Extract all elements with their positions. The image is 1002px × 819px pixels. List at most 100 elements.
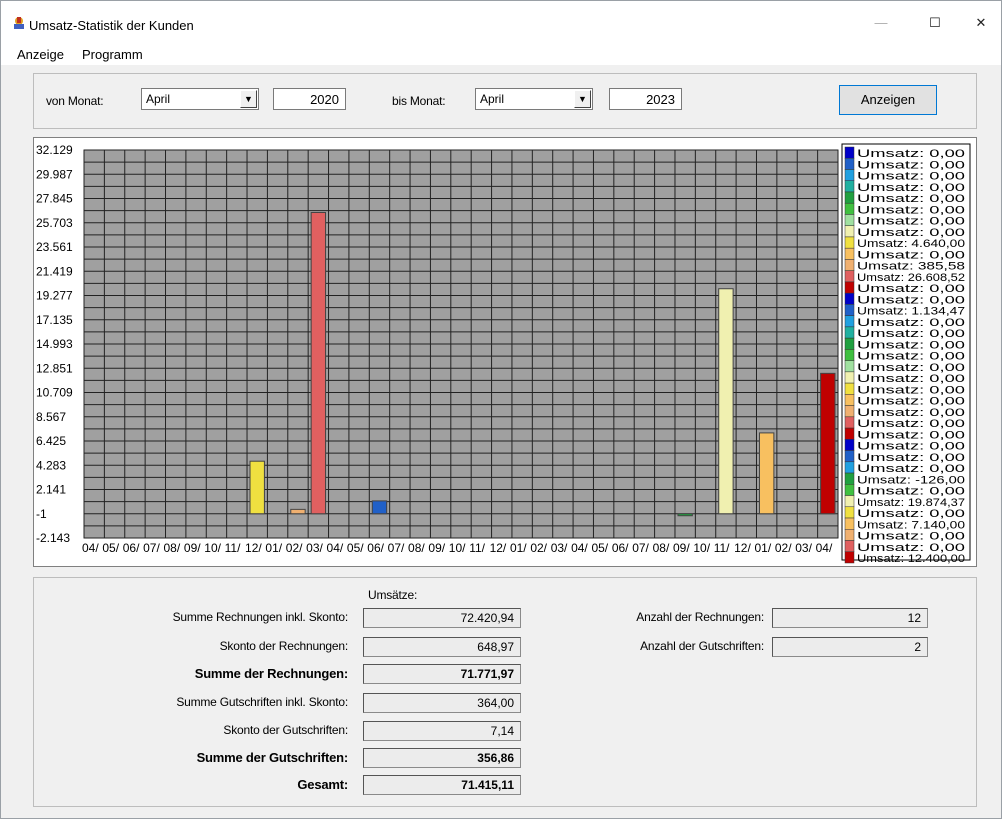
legend-label: Umsatz: 0,00 — [857, 182, 965, 194]
legend-label: Umsatz: 0,00 — [857, 339, 965, 351]
minimize-button[interactable]: — — [861, 11, 901, 35]
menu-programm[interactable]: Programm — [82, 47, 143, 62]
legend-swatch — [844, 225, 855, 238]
x-tick-label: 09/ — [184, 541, 201, 555]
x-tick-label: 12/ — [245, 541, 262, 555]
legend-label: Umsatz: 26.608,52 — [857, 272, 965, 284]
legend-label: Umsatz: 0,00 — [857, 249, 965, 261]
legend-swatch — [844, 540, 855, 553]
y-tick-label: 8.567 — [36, 410, 66, 424]
x-tick-label: 08/ — [164, 541, 181, 555]
legend-label: Umsatz: 0,00 — [857, 407, 965, 419]
chevron-down-icon[interactable]: ▼ — [574, 90, 591, 108]
von-monat-select[interactable]: April ▼ — [141, 88, 259, 110]
skonto-rechnungen-value: 648,97 — [477, 640, 514, 654]
legend-label: Umsatz: 1.134,47 — [857, 306, 965, 318]
legend-swatch — [844, 259, 855, 271]
anzahl-rechnungen-field: 12 — [772, 608, 928, 628]
summe-rechnungen-inkl-label: Summe Rechnungen inkl. Skonto: — [172, 610, 349, 624]
legend-label: Umsatz: 12.400,00 — [857, 553, 965, 565]
legend-label: Umsatz: 0,00 — [857, 429, 965, 441]
legend-label: Umsatz: 0,00 — [857, 227, 965, 239]
gesamt-value: 71.415,11 — [461, 778, 514, 792]
legend-swatch — [844, 506, 855, 519]
x-tick-label: 02/ — [530, 541, 547, 555]
legend-label: Umsatz: 0,00 — [857, 351, 965, 363]
bar — [371, 500, 388, 515]
summe-rechnungen-value: 71.771,97 — [460, 667, 514, 681]
summe-gutschriften-value: 356,86 — [477, 751, 514, 765]
y-tick-label: 6.425 — [36, 434, 66, 448]
x-tick-label: 10/ — [449, 541, 466, 555]
legend-label: Umsatz: 0,00 — [857, 204, 965, 216]
bar — [249, 460, 265, 515]
legend-swatch — [844, 281, 855, 294]
bis-monat-label: bis Monat: — [392, 94, 446, 108]
x-tick-label: 04/ — [327, 541, 344, 555]
x-tick-label: 01/ — [510, 541, 527, 555]
legend-label: Umsatz: 0,00 — [857, 328, 965, 340]
skonto-gutschriften-field: 7,14 — [363, 721, 521, 741]
close-button[interactable]: ✕ — [961, 11, 1001, 35]
legend-swatch — [844, 236, 855, 249]
y-tick-label: 19.277 — [36, 289, 73, 303]
legend-swatch — [844, 270, 855, 283]
chart-panel: 32.129 29.987 27.845 25.703 23.561 21.419 19.2… — [33, 137, 977, 567]
x-tick-label: 05/ — [102, 541, 119, 555]
legend-label: Umsatz: 0,00 — [857, 463, 965, 475]
legend-label: Umsatz: 0,00 — [857, 362, 965, 374]
summe-gutschriften-label: Summe der Gutschriften: — [196, 750, 349, 765]
x-tick-label: 05/ — [347, 541, 364, 555]
x-tick-label: 05/ — [591, 541, 608, 555]
chevron-down-icon[interactable]: ▼ — [240, 90, 257, 108]
skonto-gutschriften-label: Skonto der Gutschriften: — [223, 723, 348, 737]
x-tick-label: 04/ — [571, 541, 588, 555]
x-tick-label: 11/ — [225, 541, 241, 555]
legend-label: Umsatz: 0,00 — [857, 531, 965, 543]
summe-gutschriften-inkl-field: 364,00 — [363, 693, 521, 713]
legend-label: Umsatz: 0,00 — [857, 441, 965, 453]
legend-swatch — [844, 495, 855, 508]
bar-chart: 32.129 29.987 27.845 25.703 23.561 21.419 19.2… — [36, 143, 971, 565]
legend-swatch — [844, 202, 855, 215]
summe-gutschriften-inkl-label: Summe Gutschriften inkl. Skonto: — [176, 695, 348, 709]
x-tick-label: 06/ — [367, 541, 384, 555]
bis-jahr-value: 2023 — [646, 92, 675, 107]
x-tick-label: 08/ — [408, 541, 425, 555]
von-jahr-value: 2020 — [310, 92, 339, 107]
menu-anzeige[interactable]: Anzeige — [17, 47, 64, 62]
y-tick-label: 14.993 — [36, 337, 73, 351]
maximize-button[interactable]: ☐ — [915, 11, 955, 35]
legend-label: Umsatz: -126,00 — [857, 474, 965, 486]
y-tick-label: 29.987 — [36, 167, 73, 181]
von-monat-label: von Monat: — [46, 94, 104, 108]
legend-label: Umsatz: 0,00 — [857, 508, 965, 520]
summe-gutschriften-field: 356,86 — [363, 748, 521, 768]
legend-label: Umsatz: 0,00 — [857, 216, 965, 228]
x-tick-label: 10/ — [693, 541, 710, 555]
summe-gutschriften-inkl-value: 364,00 — [477, 696, 514, 710]
title-bar: Umsatz-Statistik der Kunden — ☐ ✕ — [1, 1, 1001, 41]
x-tick-label: 12/ — [490, 541, 507, 555]
umsaetze-header: Umsätze: — [368, 588, 418, 602]
legend-label: Umsatz: 0,00 — [857, 373, 965, 385]
y-tick-label: 23.561 — [36, 240, 73, 254]
legend-swatch — [844, 416, 855, 429]
bis-monat-select[interactable]: April ▼ — [475, 88, 593, 110]
anzeigen-button[interactable]: Anzeigen — [839, 85, 937, 115]
anzahl-rechnungen-value: 12 — [907, 611, 921, 625]
bar — [290, 508, 306, 515]
legend-swatch — [844, 551, 855, 564]
y-tick-label: 21.419 — [36, 264, 73, 278]
legend-swatch — [844, 180, 855, 193]
bar — [310, 211, 327, 515]
menu-bar: Anzeige Programm — [1, 41, 1001, 65]
legend-swatch — [844, 394, 855, 406]
von-jahr-field[interactable]: 2020 — [273, 88, 346, 110]
legend-label: Umsatz: 19.874,37 — [857, 497, 965, 509]
bis-jahr-field[interactable]: 2023 — [609, 88, 682, 110]
y-tick-label: 4.283 — [36, 458, 66, 472]
x-tick-label: 01/ — [754, 541, 771, 555]
x-tick-label: 06/ — [612, 541, 629, 555]
legend-label: Umsatz: 0,00 — [857, 294, 965, 306]
